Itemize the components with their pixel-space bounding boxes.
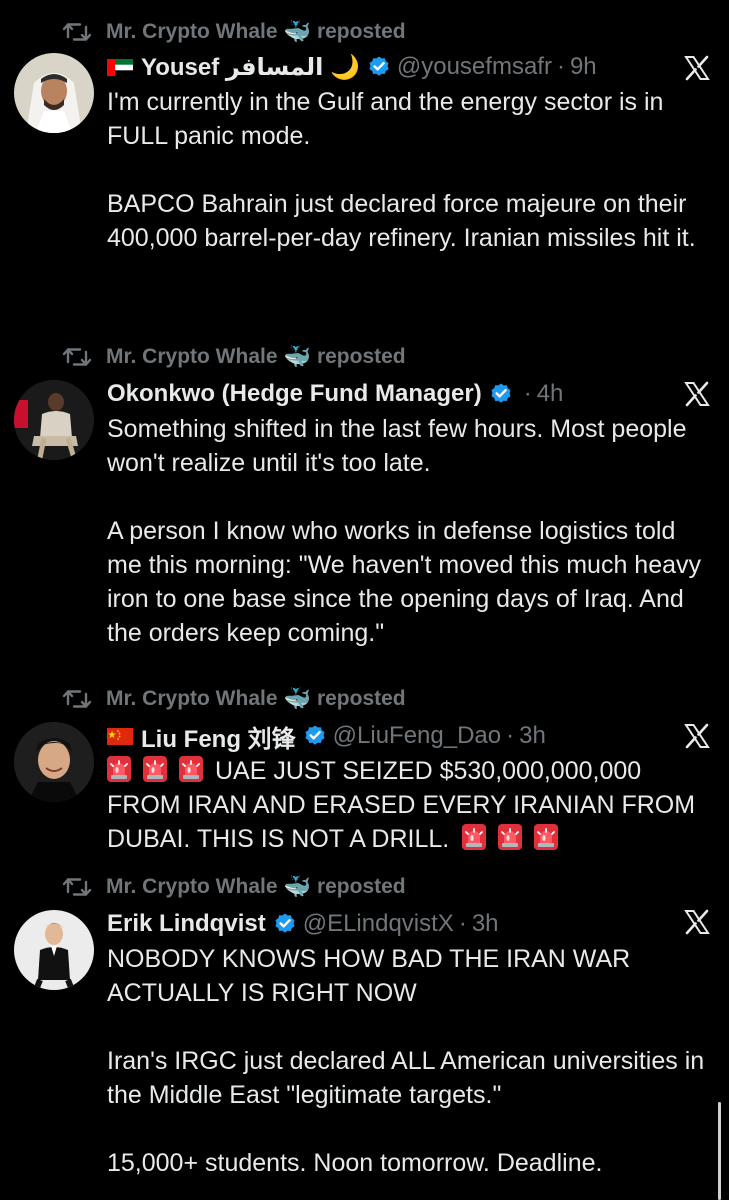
timestamp[interactable]: 4h	[537, 380, 564, 408]
post-header: Okonkwo (Hedge Fund Manager) · 4h	[107, 377, 709, 411]
separator-dot: ·	[506, 722, 515, 749]
scrollbar[interactable]	[718, 1102, 721, 1200]
uae-flag-icon	[107, 58, 133, 76]
repost-indicator: Mr. Crypto Whale 🐳 reposted	[62, 342, 406, 372]
china-flag-icon	[107, 727, 133, 745]
repost-label: reposted	[316, 687, 406, 710]
display-name[interactable]: Liu Feng 刘锋	[141, 719, 296, 754]
post-text: NOBODY KNOWS HOW BAD THE IRAN WAR ACTUAL…	[107, 945, 705, 1177]
avatar[interactable]	[14, 722, 94, 802]
x-logo-icon[interactable]	[683, 380, 711, 408]
repost-indicator: Mr. Crypto Whale 🐳 reposted	[62, 17, 406, 47]
post-erik[interactable]: Mr. Crypto Whale 🐳 reposted Erik Lindqvi…	[0, 862, 729, 1200]
display-name[interactable]: Erik Lindqvist	[107, 910, 266, 938]
x-logo-icon[interactable]	[683, 54, 711, 82]
timestamp[interactable]: 9h	[570, 53, 597, 81]
reposter-name[interactable]: Mr. Crypto Whale	[106, 345, 278, 369]
whale-emoji: 🐳	[283, 344, 311, 369]
timestamp[interactable]: 3h	[472, 910, 499, 938]
siren-icon	[498, 824, 522, 850]
display-name[interactable]: Okonkwo (Hedge Fund Manager)	[107, 380, 482, 408]
whale-emoji: 🐳	[283, 19, 311, 44]
post-liu-feng[interactable]: Mr. Crypto Whale 🐳 reposted Liu Feng 刘锋 …	[0, 672, 729, 862]
siren-icon	[107, 756, 131, 782]
post-text: Something shifted in the last few hours.…	[107, 415, 702, 647]
repost-label: reposted	[316, 20, 406, 43]
handle[interactable]: @LiuFeng_Dao	[333, 722, 501, 750]
whale-emoji: 🐳	[283, 686, 311, 711]
verified-badge-icon	[367, 55, 391, 79]
post-yousef[interactable]: Mr. Crypto Whale 🐳 reposted Yousef المسا…	[0, 0, 729, 330]
post-text: I'm currently in the Gulf and the energy…	[107, 88, 696, 252]
post-header: Yousef المسافر 🌙 @yousefmsafr · 9h	[107, 50, 709, 84]
whale-emoji: 🐳	[283, 874, 311, 899]
handle[interactable]: @ELindqvistX	[303, 910, 454, 938]
siren-icon	[462, 824, 486, 850]
separator-dot: ·	[556, 53, 565, 80]
post-header: Liu Feng 刘锋 @LiuFeng_Dao · 3h	[107, 719, 709, 753]
post-text: UAE JUST SEIZED $530,000,000,000 FROM IR…	[107, 754, 717, 856]
display-name[interactable]: Yousef المسافر 🌙	[141, 53, 360, 82]
handle[interactable]: @yousefmsafr	[397, 53, 552, 81]
repost-label: reposted	[316, 345, 406, 368]
post-header: Erik Lindqvist @ELindqvistX · 3h	[107, 907, 709, 941]
repost-icon	[62, 21, 92, 43]
separator-dot: ·	[523, 380, 532, 407]
verified-badge-icon	[303, 724, 327, 748]
avatar[interactable]	[14, 910, 94, 990]
x-logo-icon[interactable]	[683, 908, 711, 936]
x-logo-icon[interactable]	[683, 722, 711, 750]
separator-dot: ·	[458, 910, 467, 937]
verified-badge-icon	[489, 382, 513, 406]
avatar[interactable]	[14, 380, 94, 460]
reposter-name[interactable]: Mr. Crypto Whale	[106, 875, 278, 899]
timeline: Mr. Crypto Whale 🐳 reposted Yousef المسا…	[0, 0, 729, 1200]
repost-icon	[62, 688, 92, 710]
repost-indicator: Mr. Crypto Whale 🐳 reposted	[62, 872, 406, 902]
repost-icon	[62, 346, 92, 368]
repost-icon	[62, 876, 92, 898]
reposter-name[interactable]: Mr. Crypto Whale	[106, 20, 278, 44]
avatar[interactable]	[14, 53, 94, 133]
siren-icon	[143, 756, 167, 782]
siren-icon	[179, 756, 203, 782]
repost-label: reposted	[316, 875, 406, 898]
siren-icon	[534, 824, 558, 850]
repost-indicator: Mr. Crypto Whale 🐳 reposted	[62, 684, 406, 714]
verified-badge-icon	[273, 912, 297, 936]
timestamp[interactable]: 3h	[519, 722, 546, 750]
post-okonkwo[interactable]: Mr. Crypto Whale 🐳 reposted Okonkwo (Hed…	[0, 330, 729, 680]
reposter-name[interactable]: Mr. Crypto Whale	[106, 687, 278, 711]
